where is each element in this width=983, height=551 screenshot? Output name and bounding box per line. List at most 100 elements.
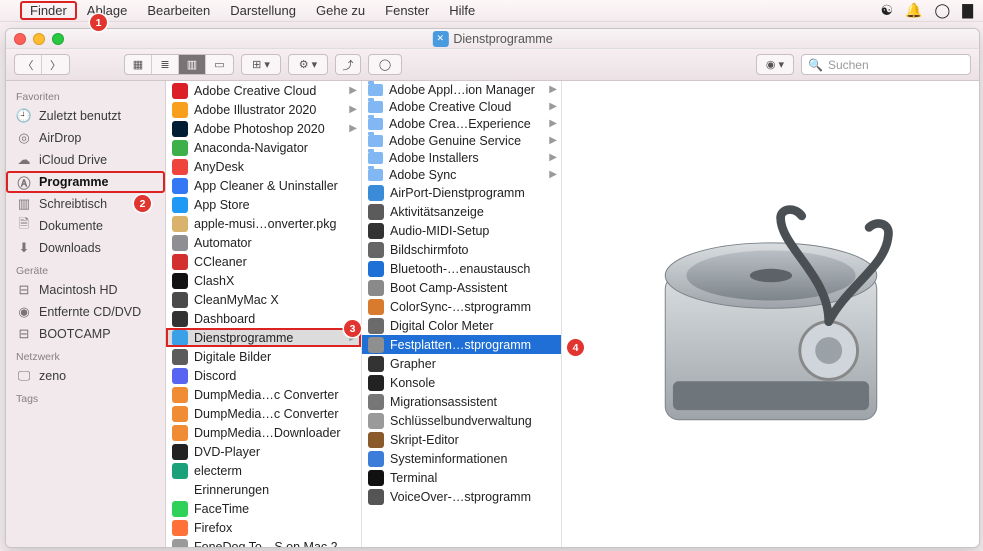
- sidebar-item-programme[interactable]: ⒶProgramme: [6, 171, 165, 193]
- item-label: VoiceOver-…stprogramm: [390, 490, 557, 504]
- sidebar-item-zeno[interactable]: 🖵zeno: [6, 365, 165, 387]
- list-item[interactable]: Adobe Creative Cloud▶: [362, 98, 561, 115]
- list-item[interactable]: Festplatten…stprogramm: [362, 335, 561, 354]
- list-item[interactable]: Migrationsassistent: [362, 392, 561, 411]
- list-item[interactable]: Dienstprogramme▶: [166, 328, 361, 347]
- view-switcher: ▦ ≣ ▥ ▭: [124, 54, 234, 75]
- menu-ablage[interactable]: Ablage: [77, 1, 137, 20]
- sidebar-item-dokumente[interactable]: 🗎Dokumente: [6, 215, 165, 237]
- item-label: DumpMedia…Downloader: [194, 426, 357, 440]
- list-item[interactable]: Systeminformationen: [362, 449, 561, 468]
- tags-button[interactable]: ◯: [368, 54, 402, 75]
- menu-finder[interactable]: Finder: [20, 1, 77, 20]
- view-icon[interactable]: ▦: [125, 55, 152, 74]
- list-item[interactable]: AirPort-Dienstprogramm: [362, 183, 561, 202]
- list-item[interactable]: FoneDog To…S on Mac 2: [166, 537, 361, 547]
- app-icon: [172, 520, 188, 536]
- list-item[interactable]: FaceTime: [166, 499, 361, 518]
- item-label: Audio-MIDI-Setup: [390, 224, 557, 238]
- item-label: Boot Camp-Assistent: [390, 281, 557, 295]
- search-field[interactable]: 🔍 Suchen: [801, 54, 971, 75]
- sidebar-item-airdrop[interactable]: ◎AirDrop: [6, 127, 165, 149]
- share-button[interactable]: ⤴: [335, 54, 361, 75]
- sidebar-item-icloud-drive[interactable]: ☁iCloud Drive: [6, 149, 165, 171]
- list-item[interactable]: VoiceOver-…stprogramm: [362, 487, 561, 506]
- column-applications[interactable]: Adobe Creative Cloud▶Adobe Illustrator 2…: [166, 81, 362, 547]
- list-item[interactable]: Adobe Genuine Service▶: [362, 132, 561, 149]
- display-icon[interactable]: ▇: [962, 2, 973, 19]
- list-item[interactable]: Adobe Illustrator 2020▶: [166, 100, 361, 119]
- close-button[interactable]: [14, 33, 26, 45]
- annotation-4: 4: [567, 339, 584, 356]
- item-label: Terminal: [390, 471, 557, 485]
- list-item[interactable]: AnyDesk: [166, 157, 361, 176]
- list-item[interactable]: Konsole: [362, 373, 561, 392]
- list-item[interactable]: Digitale Bilder: [166, 347, 361, 366]
- list-item[interactable]: Schlüsselbundverwaltung: [362, 411, 561, 430]
- item-label: FaceTime: [194, 502, 357, 516]
- list-item[interactable]: DumpMedia…c Converter: [166, 404, 361, 423]
- menu-darstellung[interactable]: Darstellung: [220, 1, 306, 20]
- sidebar-item-entfernte-cd-dvd[interactable]: ◉Entfernte CD/DVD: [6, 301, 165, 323]
- list-item[interactable]: Digital Color Meter: [362, 316, 561, 335]
- list-item[interactable]: Bluetooth-…enaustausch: [362, 259, 561, 278]
- list-item[interactable]: DumpMedia…c Converter: [166, 385, 361, 404]
- list-item[interactable]: App Store: [166, 195, 361, 214]
- list-item[interactable]: CCleaner: [166, 252, 361, 271]
- list-item[interactable]: ClashX: [166, 271, 361, 290]
- list-item[interactable]: Audio-MIDI-Setup: [362, 221, 561, 240]
- list-item[interactable]: electerm: [166, 461, 361, 480]
- arrange-button[interactable]: ⊞ ▾: [241, 54, 281, 75]
- view-columns[interactable]: ▥: [179, 55, 206, 74]
- list-item[interactable]: Adobe Appl…ion Manager▶: [362, 81, 561, 98]
- quicklook-button[interactable]: ◉ ▾: [756, 54, 794, 75]
- list-item[interactable]: Grapher: [362, 354, 561, 373]
- list-item[interactable]: Discord: [166, 366, 361, 385]
- menu-gehezu[interactable]: Gehe zu: [306, 1, 375, 20]
- view-list[interactable]: ≣: [152, 55, 179, 74]
- list-item[interactable]: Bildschirmfoto: [362, 240, 561, 259]
- list-item[interactable]: Adobe Creative Cloud▶: [166, 81, 361, 100]
- disk-icon: ⊟: [16, 282, 32, 298]
- sidebar-item-bootcamp[interactable]: ⊟BOOTCAMP: [6, 323, 165, 345]
- list-item[interactable]: DVD-Player: [166, 442, 361, 461]
- chat-icon[interactable]: ◯: [935, 2, 951, 19]
- list-item[interactable]: Adobe Sync▶: [362, 166, 561, 183]
- list-item[interactable]: Skript-Editor: [362, 430, 561, 449]
- minimize-button[interactable]: [33, 33, 45, 45]
- list-item[interactable]: Firefox: [166, 518, 361, 537]
- menu-hilfe[interactable]: Hilfe: [439, 1, 485, 20]
- list-item[interactable]: Aktivitätsanzeige: [362, 202, 561, 221]
- list-item[interactable]: Adobe Photoshop 2020▶: [166, 119, 361, 138]
- list-item[interactable]: CleanMyMac X: [166, 290, 361, 309]
- list-item[interactable]: Boot Camp-Assistent: [362, 278, 561, 297]
- doc-icon: 🗎: [16, 218, 32, 234]
- list-item[interactable]: Anaconda-Navigator: [166, 138, 361, 157]
- view-gallery[interactable]: ▭: [206, 55, 233, 74]
- list-item[interactable]: Erinnerungen: [166, 480, 361, 499]
- item-label: Anaconda-Navigator: [194, 141, 357, 155]
- menu-fenster[interactable]: Fenster: [375, 1, 439, 20]
- sidebar-item-macintosh-hd[interactable]: ⊟Macintosh HD: [6, 279, 165, 301]
- wechat-icon[interactable]: ☯: [881, 2, 894, 19]
- sidebar-heading: Favoriten: [6, 85, 165, 105]
- list-item[interactable]: Dashboard: [166, 309, 361, 328]
- back-button[interactable]: 〈: [15, 55, 42, 74]
- list-item[interactable]: App Cleaner & Uninstaller: [166, 176, 361, 195]
- list-item[interactable]: Automator: [166, 233, 361, 252]
- list-item[interactable]: apple-musi…onverter.pkg: [166, 214, 361, 233]
- notification-icon[interactable]: 🔔: [905, 2, 922, 19]
- list-item[interactable]: ColorSync-…stprogramm: [362, 297, 561, 316]
- sidebar-item-downloads[interactable]: ⬇Downloads: [6, 237, 165, 259]
- list-item[interactable]: DumpMedia…Downloader: [166, 423, 361, 442]
- list-item[interactable]: Adobe Installers▶: [362, 149, 561, 166]
- forward-button[interactable]: 〉: [42, 55, 69, 74]
- sidebar-item-zuletzt-benutzt[interactable]: 🕘Zuletzt benutzt: [6, 105, 165, 127]
- item-label: electerm: [194, 464, 357, 478]
- menu-bearbeiten[interactable]: Bearbeiten: [137, 1, 220, 20]
- action-button[interactable]: ⚙ ▾: [288, 54, 328, 75]
- list-item[interactable]: Terminal: [362, 468, 561, 487]
- zoom-button[interactable]: [52, 33, 64, 45]
- column-utilities[interactable]: Adobe Appl…ion Manager▶Adobe Creative Cl…: [362, 81, 562, 547]
- list-item[interactable]: Adobe Crea…Experience▶: [362, 115, 561, 132]
